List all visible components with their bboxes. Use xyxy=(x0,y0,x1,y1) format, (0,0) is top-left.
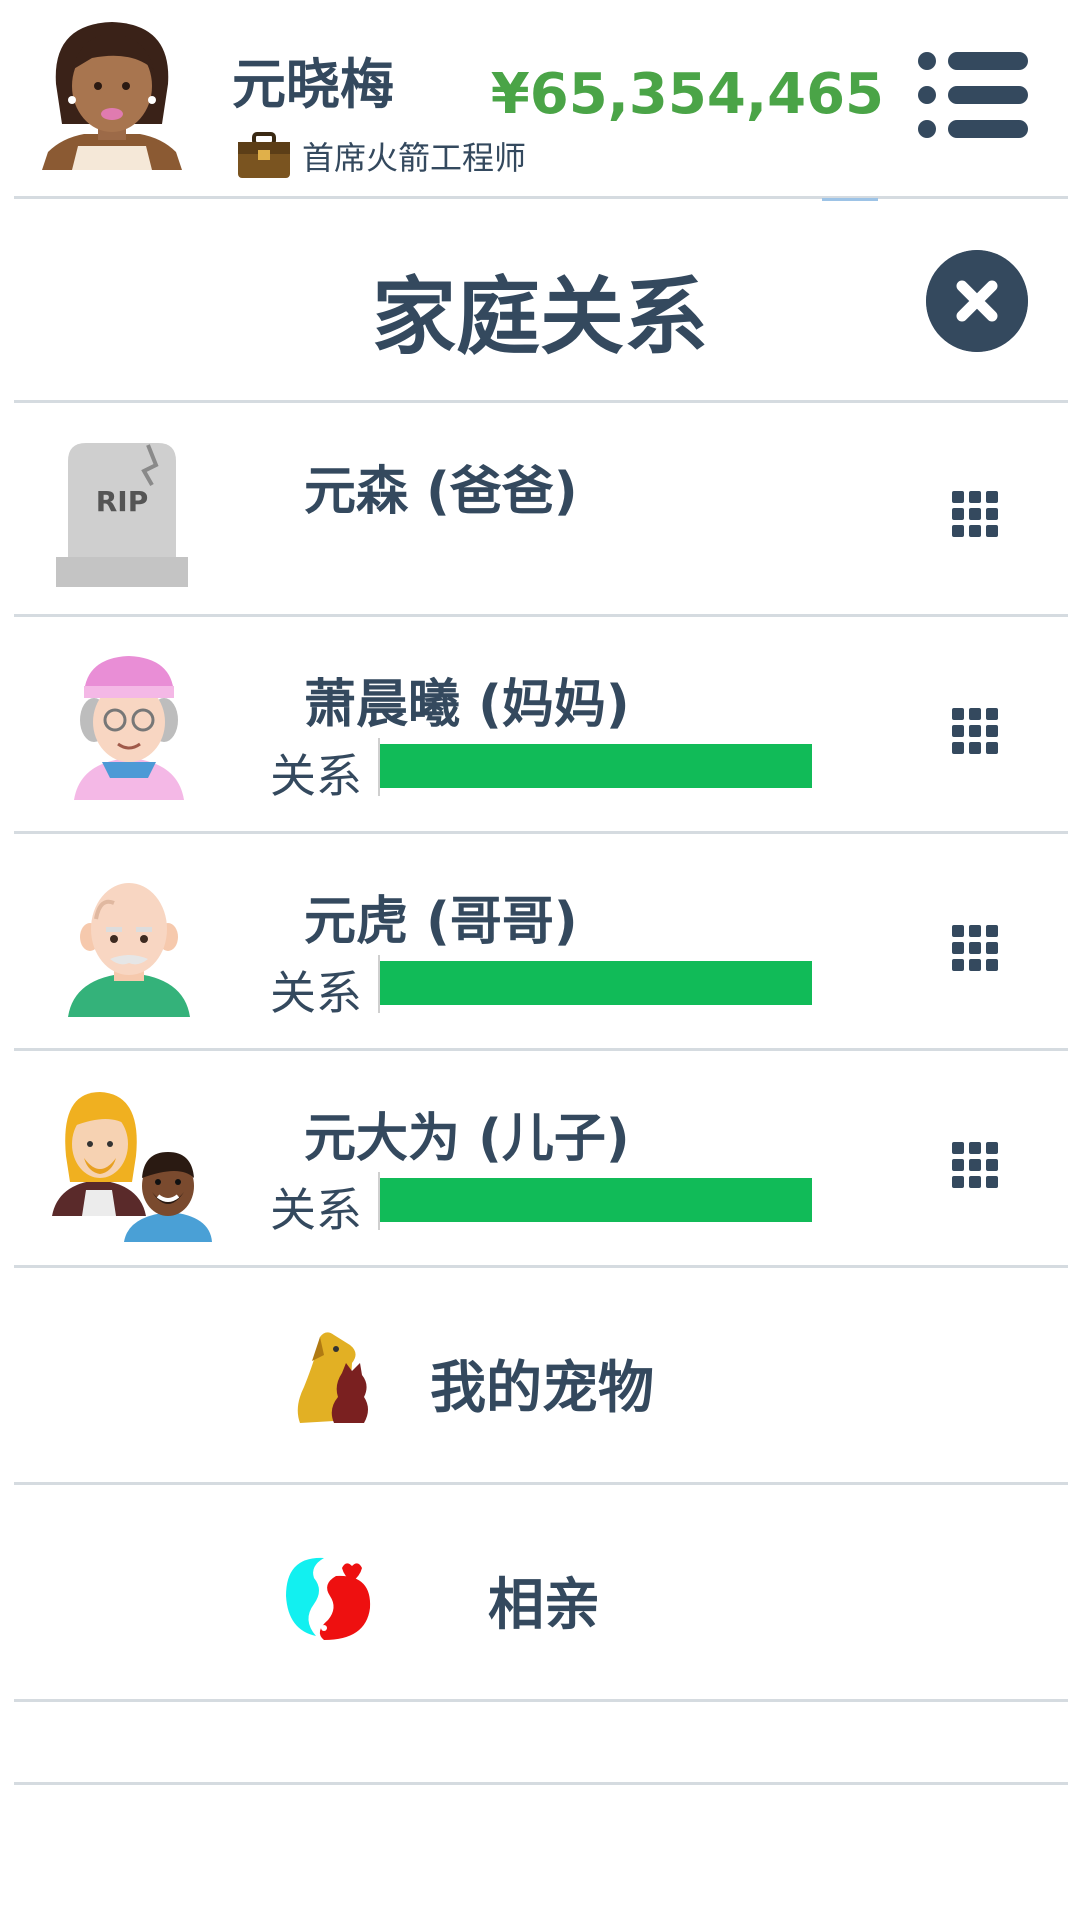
grid-dot xyxy=(986,525,998,537)
grid-dot xyxy=(986,1142,998,1154)
header-accent-mark xyxy=(822,198,878,201)
page-title: 家庭关系 xyxy=(371,268,708,366)
grid-dots-icon[interactable] xyxy=(952,708,1002,758)
pets-label: 我的宠物 xyxy=(430,1356,654,1421)
grid-dot xyxy=(969,725,981,737)
grid-dot xyxy=(952,925,964,937)
grid-dot xyxy=(986,491,998,503)
son-couple-avatar xyxy=(52,1092,212,1242)
grid-dot xyxy=(969,1176,981,1188)
family-row-brother[interactable]: 元虎 (哥哥) 关系 xyxy=(14,837,1068,1051)
list-menu-icon[interactable] xyxy=(918,52,1028,138)
row-divider xyxy=(14,831,1068,834)
tombstone-text: RIP xyxy=(96,485,149,518)
grid-dot xyxy=(969,942,981,954)
grid-dot xyxy=(969,491,981,503)
grid-dot xyxy=(986,708,998,720)
grid-dot xyxy=(952,959,964,971)
member-name: 元虎 (哥哥) xyxy=(304,892,578,952)
player-avatar[interactable] xyxy=(42,14,182,170)
header-divider xyxy=(14,196,1068,199)
relationship-bar xyxy=(380,1178,812,1222)
grid-dot xyxy=(986,742,998,754)
grid-dot xyxy=(952,1176,964,1188)
family-row-son[interactable]: 元大为 (儿子) 关系 xyxy=(14,1054,1068,1268)
grid-dots-icon[interactable] xyxy=(952,925,1002,975)
grid-dot xyxy=(986,942,998,954)
grid-dot xyxy=(986,925,998,937)
grid-dot xyxy=(969,959,981,971)
player-name: 元晓梅 xyxy=(232,53,394,116)
close-icon[interactable] xyxy=(926,250,1028,352)
grid-dot xyxy=(952,1159,964,1171)
briefcase-icon xyxy=(238,132,290,178)
relationship-label: 关系 xyxy=(270,966,362,1020)
grid-dots-icon[interactable] xyxy=(952,491,1002,541)
relationship-label: 关系 xyxy=(270,749,362,803)
pets-menu-item[interactable]: 我的宠物 xyxy=(14,1271,1068,1485)
grid-dot xyxy=(952,508,964,520)
grid-dot xyxy=(952,525,964,537)
grid-dot xyxy=(969,708,981,720)
row-divider xyxy=(14,614,1068,617)
grid-dot xyxy=(969,1142,981,1154)
grid-dot xyxy=(986,1159,998,1171)
job-info: 首席火箭工程师 xyxy=(236,132,526,180)
family-row-mother[interactable]: 萧晨曦 (妈妈) 关系 xyxy=(14,620,1068,834)
member-name: 元森 (爸爸) xyxy=(304,462,578,522)
grid-dot xyxy=(986,508,998,520)
tombstone-icon: RIP xyxy=(56,443,188,587)
row-divider xyxy=(14,1265,1068,1268)
money-balance: ¥65,354,465 xyxy=(490,62,884,127)
heart-split-icon xyxy=(286,1557,371,1640)
member-name: 元大为 (儿子) xyxy=(304,1109,630,1169)
dog-cat-icon xyxy=(297,1332,368,1423)
top-bar: 元晓梅 首席火箭工程师 ¥65,354,465 xyxy=(0,0,1080,198)
dating-label: 相亲 xyxy=(488,1573,600,1638)
brother-avatar xyxy=(68,883,190,1017)
row-divider xyxy=(14,1482,1068,1485)
relationship-bar xyxy=(380,744,812,788)
grid-dot xyxy=(952,491,964,503)
grid-dot xyxy=(969,1159,981,1171)
job-title: 首席火箭工程师 xyxy=(302,139,527,177)
grid-dot xyxy=(952,1142,964,1154)
family-row-father[interactable]: RIP 元森 (爸爸) xyxy=(14,403,1068,617)
row-divider xyxy=(14,1699,1068,1702)
row-divider xyxy=(14,1048,1068,1051)
grid-dot xyxy=(969,742,981,754)
grid-dot xyxy=(952,708,964,720)
relationship-label: 关系 xyxy=(270,1183,362,1237)
grid-dot xyxy=(969,925,981,937)
grid-dot xyxy=(986,959,998,971)
member-name: 萧晨曦 (妈妈) xyxy=(304,675,630,735)
mother-avatar xyxy=(74,656,184,800)
grid-dot xyxy=(952,742,964,754)
grid-dot xyxy=(952,725,964,737)
bottom-divider xyxy=(14,1782,1068,1785)
dating-menu-item[interactable]: 相亲 xyxy=(14,1488,1068,1702)
grid-dots-icon[interactable] xyxy=(952,1142,1002,1192)
grid-dot xyxy=(986,1176,998,1188)
grid-dot xyxy=(969,508,981,520)
grid-dot xyxy=(986,725,998,737)
grid-dot xyxy=(969,525,981,537)
grid-dot xyxy=(952,942,964,954)
relationship-bar xyxy=(380,961,812,1005)
